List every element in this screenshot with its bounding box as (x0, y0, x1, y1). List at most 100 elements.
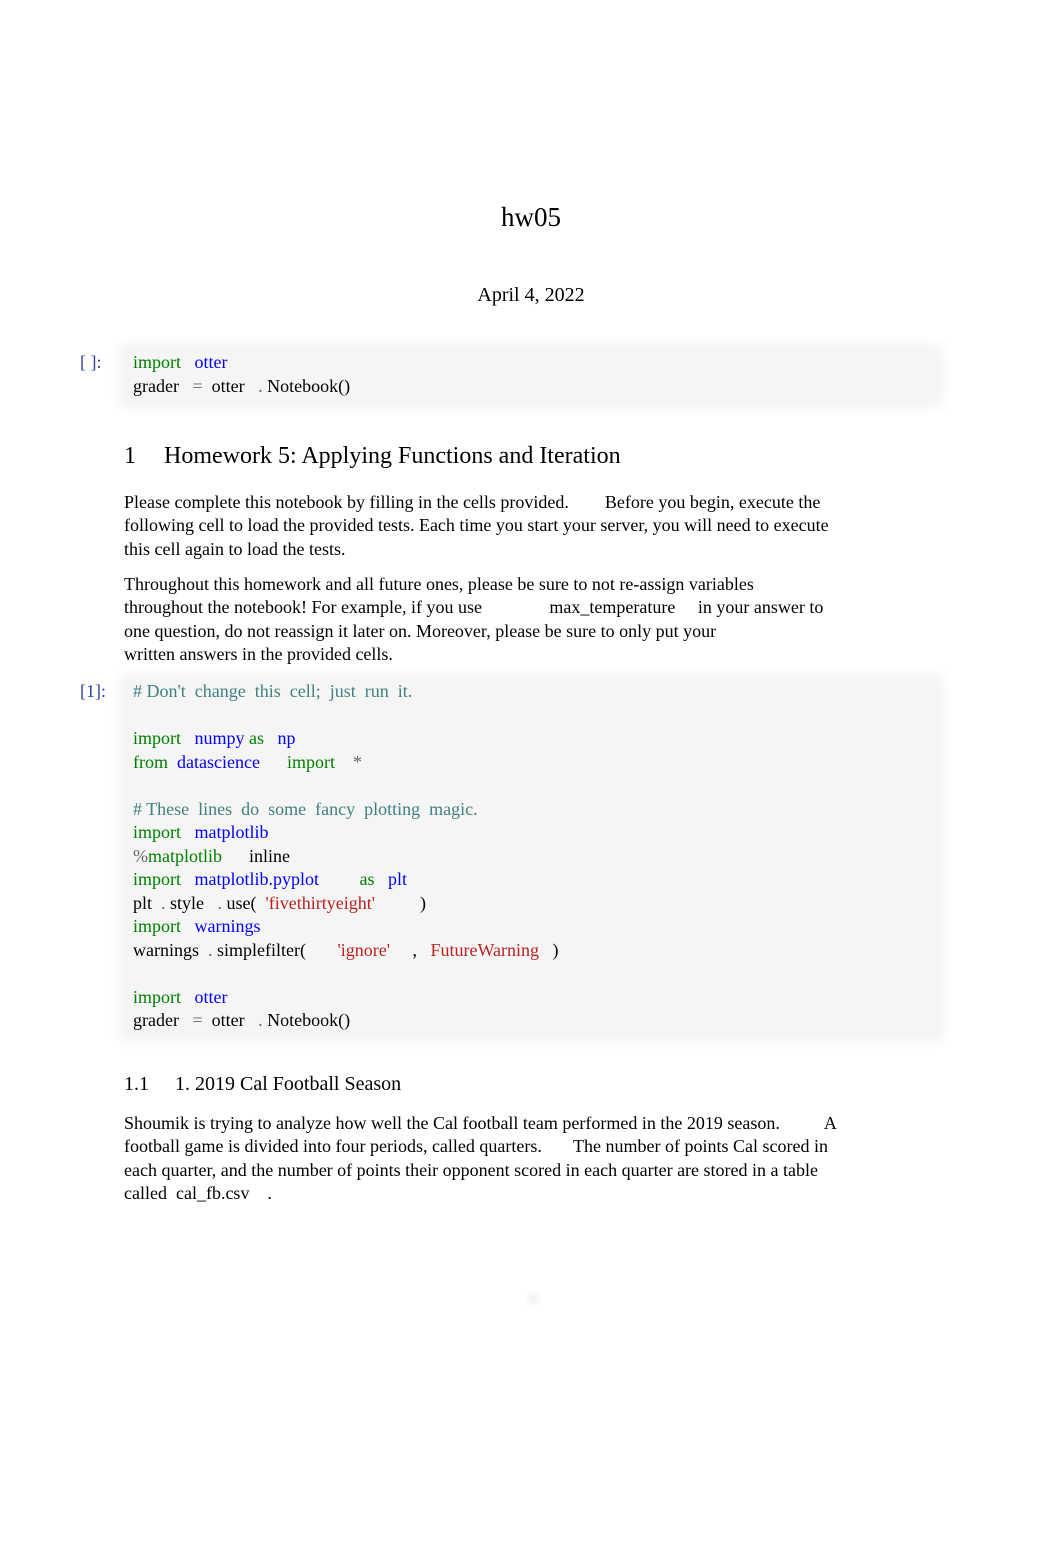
section-number: 1.1 (124, 1073, 149, 1095)
document-title: hw05 (501, 202, 561, 232)
code-cell-1-source[interactable]: # Don't change this cell; just run it. im… (133, 680, 559, 1033)
code-line: import otter (133, 986, 559, 1010)
code-token: warnings (133, 939, 208, 960)
football-paragraph: Shoumik is trying to analyze how well th… (124, 1112, 939, 1205)
code-token: import (133, 916, 181, 936)
code-line: import matplotlib.pyplot as plt (133, 868, 559, 892)
code-token: % (133, 845, 148, 866)
code-token: inline (222, 845, 290, 866)
code-cell-0-source[interactable]: import otter grader = otter . Notebook() (133, 351, 350, 398)
paragraph-line: Please complete this notebook by filling… (124, 492, 821, 512)
section-title: 1. 2019 Cal Football Season (175, 1073, 402, 1095)
code-token: grader (133, 1010, 179, 1030)
code-token: as (249, 728, 265, 748)
code-token: np (277, 728, 296, 748)
code-token: otter (194, 352, 228, 372)
code-token: plt (388, 869, 408, 889)
code-token: import (286, 751, 335, 772)
code-token: otter (202, 375, 259, 396)
code-token: * (352, 751, 362, 772)
document-date: April 4, 2022 (477, 284, 585, 306)
code-token: = (192, 1010, 203, 1030)
code-token: otter (194, 986, 228, 1007)
paragraph-line: one question, do not reassign it later o… (124, 620, 717, 641)
code-token: warnings (194, 916, 261, 936)
code-line: # Don't change this cell; just run it. (133, 680, 559, 704)
code-token: ) (374, 892, 426, 913)
section-number: 1 (124, 443, 136, 469)
code-token: import (133, 986, 181, 1007)
cell-prompt-0: [ ]: (80, 352, 102, 372)
code-token: simplefilter( (212, 939, 338, 960)
paragraph-line: this cell again to load the tests. (124, 538, 346, 559)
code-token: import (133, 352, 181, 372)
paragraph-line: Shoumik is trying to analyze how well th… (124, 1113, 837, 1133)
code-token: # These lines do some fancy plotting mag… (133, 798, 478, 819)
section-title: Homework 5: Applying Functions and Itera… (164, 443, 621, 469)
code-token: numpy (194, 728, 245, 748)
code-token: datascience (177, 751, 260, 772)
code-token: otter (202, 1010, 259, 1030)
code-token: use( (222, 892, 266, 913)
code-line: grader = otter . Notebook() (133, 375, 350, 399)
code-token: as (359, 869, 375, 889)
code-token: matplotlib.pyplot (194, 869, 320, 889)
code-line: import otter (133, 351, 350, 375)
section-heading-1-1: 1.1 1. 2019 Cal Football Season (124, 1073, 401, 1096)
code-token: plt (133, 892, 162, 913)
code-token: style (165, 892, 218, 913)
paragraph-line: throughout the notebook! For example, if… (124, 597, 824, 618)
paragraph-line: written answers in the provided cells. (124, 643, 393, 664)
code-token: grader (133, 375, 179, 396)
code-line: grader = otter . Notebook() (133, 1009, 559, 1033)
code-line: plt . style . use( 'fivethirtyeight' ) (133, 892, 559, 916)
code-token: Notebook() (262, 1010, 351, 1030)
paragraph-line: Throughout this homework and all future … (124, 574, 754, 594)
code-line: from datascience import * (133, 751, 559, 775)
code-token: # Don't change this cell; just run it. (133, 681, 413, 701)
code-token: Notebook() (262, 375, 351, 396)
paragraph-line: following cell to load the provided test… (124, 515, 829, 536)
code-token: 'ignore' (337, 939, 390, 960)
code-line: # These lines do some fancy plotting mag… (133, 798, 559, 822)
paragraph-line: called cal_fb.csv . (124, 1182, 272, 1203)
paragraph-line: each quarter, and the number of points t… (124, 1159, 819, 1180)
intro-paragraph-1: Please complete this notebook by filling… (124, 491, 939, 561)
code-line: import numpy as np (133, 727, 559, 751)
code-line: warnings . simplefilter( 'ignore' , Futu… (133, 939, 559, 963)
code-token: import (133, 869, 181, 889)
intro-paragraph-2: Throughout this homework and all future … (124, 573, 939, 666)
code-token: 'fivethirtyeight' (265, 892, 375, 913)
code-token: matplotlib (148, 845, 222, 866)
section-heading-1: 1 Homework 5: Applying Functions and Iter… (124, 443, 621, 470)
code-line: import warnings (133, 915, 559, 939)
code-token: import (133, 728, 181, 748)
code-token: ) (539, 939, 559, 960)
code-line: %matplotlib inline (133, 845, 559, 869)
code-line: import matplotlib (133, 821, 559, 845)
page-marker (524, 1290, 542, 1308)
code-token: = (192, 375, 203, 396)
code-token: FutureWarning (430, 939, 539, 960)
code-token: , (389, 939, 431, 960)
code-token: import (133, 822, 181, 842)
paragraph-line: football game is divided into four perio… (124, 1136, 829, 1157)
code-token: from (133, 751, 168, 772)
cell-prompt-1: [1]: (80, 681, 106, 701)
